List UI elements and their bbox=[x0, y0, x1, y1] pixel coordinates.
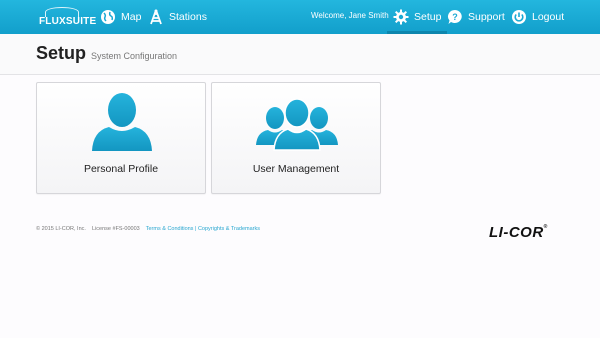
logo-text: FLUXSUITE bbox=[39, 16, 97, 27]
nav-setup[interactable]: Setup bbox=[386, 0, 448, 34]
nav-logout[interactable]: Logout bbox=[511, 0, 564, 34]
fluxsuite-logo[interactable]: FLUXSUITE bbox=[39, 7, 97, 29]
help-bubble-icon: ? bbox=[448, 10, 462, 24]
user-management-tile[interactable]: User Management bbox=[211, 82, 381, 194]
users-group-icon bbox=[256, 98, 338, 151]
personal-profile-tile[interactable]: Personal Profile bbox=[36, 82, 206, 194]
licor-logo-text: LI-COR bbox=[489, 224, 544, 241]
footer-separator: | bbox=[194, 226, 197, 232]
nav-logout-label: Logout bbox=[532, 11, 565, 23]
welcome-text: Welcome, Jane Smith bbox=[311, 11, 389, 20]
page-title: Setup bbox=[36, 43, 87, 63]
user-management-label: User Management bbox=[252, 163, 340, 175]
terms-link[interactable]: Terms & Conditions bbox=[146, 226, 194, 232]
nav-support-label: Support bbox=[468, 11, 505, 23]
copyrights-link[interactable]: Copyrights & Trademarks bbox=[198, 226, 260, 232]
licor-logo[interactable]: LI-COR® bbox=[489, 224, 548, 241]
svg-text:?: ? bbox=[452, 12, 458, 22]
gear-icon bbox=[393, 9, 409, 25]
footer: © 2015 LI-COR, Inc. License #FS-00003 Te… bbox=[36, 226, 260, 232]
globe-icon bbox=[101, 10, 115, 24]
power-icon bbox=[512, 10, 526, 24]
page-subtitle: System Configuration bbox=[91, 51, 178, 61]
top-nav-bar: FLUXSUITE Map Stations Welcome, Jane Smi… bbox=[0, 0, 600, 34]
nav-support[interactable]: ? Support bbox=[447, 0, 505, 34]
registered-mark-icon: ® bbox=[543, 224, 548, 230]
nav-stations[interactable]: Stations bbox=[148, 0, 207, 34]
person-icon bbox=[92, 93, 152, 151]
personal-profile-label: Personal Profile bbox=[83, 163, 159, 175]
page-header: Setup System Configuration bbox=[0, 34, 600, 75]
tower-icon bbox=[150, 9, 162, 25]
footer-license: License #FS-00003 bbox=[92, 226, 140, 232]
footer-copyright: © 2015 LI-COR, Inc. bbox=[36, 226, 86, 232]
nav-map-label: Map bbox=[121, 11, 142, 23]
nav-stations-label: Stations bbox=[169, 11, 207, 23]
nav-map[interactable]: Map bbox=[100, 0, 141, 34]
nav-setup-label: Setup bbox=[414, 11, 442, 23]
